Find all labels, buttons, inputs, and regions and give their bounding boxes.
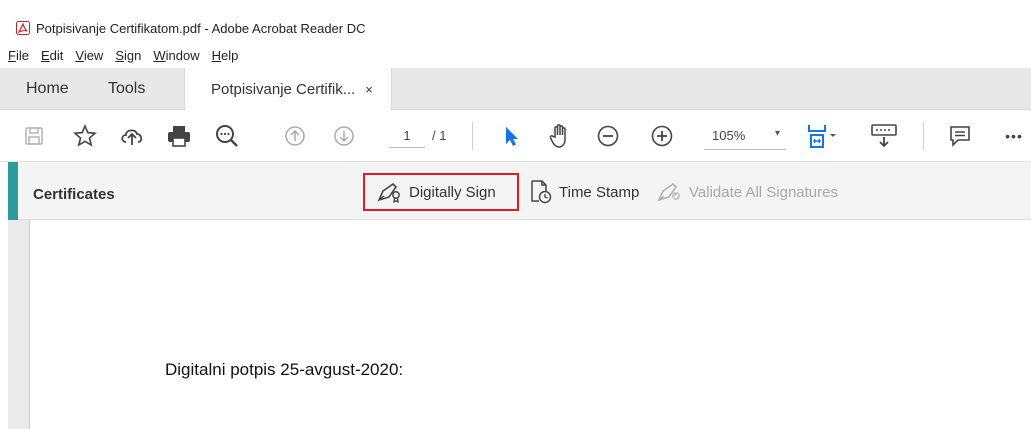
menu-sign[interactable]: Sign (109, 48, 147, 63)
time-stamp-button[interactable]: Time Stamp (529, 177, 639, 207)
document-text: Digitalni potpis 25-avgust-2020: (165, 360, 404, 379)
certificates-toolbar: Certificates Digitally Sign Time Stamp V… (8, 162, 1031, 220)
keyboard-icon[interactable] (870, 122, 898, 150)
digitally-sign-button[interactable]: Digitally Sign (363, 173, 519, 211)
page-fit-icon[interactable] (806, 122, 840, 150)
close-tab-icon[interactable]: × (365, 82, 373, 97)
validate-all-signatures-button[interactable]: Validate All Signatures (657, 177, 838, 207)
zoom-out-icon[interactable] (594, 122, 622, 150)
previous-page-icon[interactable] (281, 122, 309, 150)
select-arrow-icon[interactable] (497, 122, 525, 150)
hand-tool-icon[interactable] (546, 122, 574, 150)
upload-cloud-icon[interactable] (118, 122, 146, 150)
toolbar-divider (472, 122, 473, 150)
find-zoom-icon[interactable] (213, 122, 241, 150)
menu-edit[interactable]: Edit (35, 48, 69, 63)
menu-window[interactable]: Window (147, 48, 205, 63)
time-stamp-icon (531, 180, 552, 204)
navigation-pane-rail[interactable] (8, 220, 30, 429)
acrobat-logo-icon (16, 21, 30, 35)
save-icon[interactable] (20, 122, 48, 150)
menu-view[interactable]: View (69, 48, 109, 63)
chevron-down-icon: ▾ (774, 128, 780, 139)
digitally-sign-label: Digitally Sign (409, 183, 496, 201)
certificates-title: Certificates (33, 186, 115, 203)
tab-bar: Home Tools Potpisivanje Certifik... × (0, 68, 1031, 111)
cropped-caption (0, 0, 1031, 14)
pen-certificate-icon (377, 182, 400, 203)
page-total: / 1 (432, 128, 447, 143)
page-number-input[interactable]: 1 (389, 128, 425, 148)
more-icon[interactable]: ••• (1000, 122, 1028, 150)
tab-document-label: Potpisivanje Certifik... (211, 81, 356, 98)
next-page-icon[interactable] (330, 122, 358, 150)
document-page[interactable]: Digitalni potpis 25-avgust-2020: (31, 220, 1031, 429)
toolbar-divider (923, 122, 924, 150)
zoom-in-icon[interactable] (648, 122, 676, 150)
title-bar: Potpisivanje Certifikatom.pdf - Adobe Ac… (0, 14, 1031, 42)
left-edge (0, 162, 8, 429)
main-toolbar: 1 / 1 105% ▾ ••• (0, 110, 1031, 162)
tab-home[interactable]: Home (26, 68, 69, 110)
tab-document[interactable]: Potpisivanje Certifik... × (184, 68, 392, 111)
print-icon[interactable] (165, 122, 193, 150)
comment-icon[interactable] (946, 122, 974, 150)
zoom-select[interactable]: 105% ▾ (704, 128, 786, 150)
menu-bar: File Edit View Sign Window Help (0, 42, 1031, 68)
menu-file[interactable]: File (2, 48, 35, 63)
validate-all-signatures-label: Validate All Signatures (689, 183, 838, 201)
bookmark-star-icon[interactable] (71, 122, 99, 150)
validate-pen-icon (657, 182, 680, 202)
window-title: Potpisivanje Certifikatom.pdf - Adobe Ac… (36, 20, 366, 36)
zoom-value: 105% (712, 128, 746, 143)
tab-tools[interactable]: Tools (108, 68, 145, 110)
time-stamp-label: Time Stamp (559, 183, 640, 201)
menu-help[interactable]: Help (206, 48, 245, 63)
